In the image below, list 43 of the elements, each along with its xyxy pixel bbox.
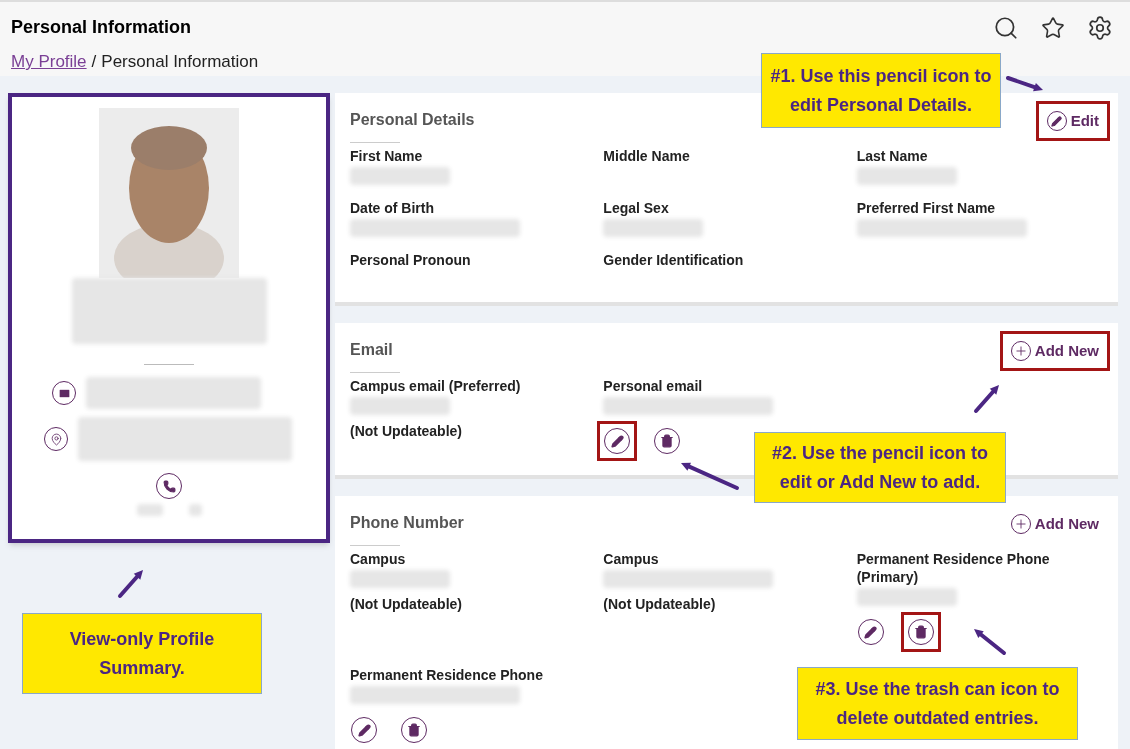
- blurred-value: [188, 504, 202, 516]
- add-new-button[interactable]: Add New: [999, 331, 1110, 371]
- blurred-value: [136, 504, 163, 516]
- arrow: [974, 629, 1006, 655]
- field-label: First Name: [350, 147, 424, 165]
- field-label: Campus email (Preferred): [350, 377, 522, 395]
- add-new-button[interactable]: Add New: [999, 504, 1110, 544]
- field-label: Last Name: [856, 147, 929, 165]
- callout-note: #3. Use the trash can icon to delete outdated entries.: [797, 667, 1078, 740]
- field-note: (Not Updateable): [350, 595, 463, 614]
- field-label: Campus: [350, 550, 407, 568]
- breadcrumb-separator: /: [91, 51, 97, 73]
- edit-button[interactable]: [597, 421, 638, 461]
- arrow: [118, 570, 143, 598]
- field-label: Gender Identification: [603, 251, 745, 269]
- edit-button[interactable]: Edit: [1035, 101, 1110, 141]
- field-label: Permanent Residence Phone (Primary): [856, 550, 1051, 586]
- delete-button[interactable]: [900, 612, 941, 652]
- search-icon[interactable]: [993, 14, 1019, 41]
- breadcrumb-link[interactable]: My Profile: [11, 49, 87, 75]
- arrow: [974, 385, 999, 413]
- star-icon[interactable]: [1041, 15, 1065, 40]
- field-note: (Not Updateable): [350, 422, 463, 441]
- field-label: Legal Sex: [603, 199, 670, 217]
- field-label: Personal email: [603, 377, 704, 395]
- callout-note: #2. Use the pencil icon to edit or Add New to add.: [754, 432, 1006, 503]
- field-label: Campus: [603, 550, 660, 568]
- field-label: Middle Name: [603, 147, 691, 165]
- section-title: Personal Details: [350, 110, 475, 130]
- settings-icon[interactable]: [1087, 14, 1113, 41]
- field-label: Permanent Residence Phone: [350, 666, 544, 684]
- field-label: Date of Birth: [350, 199, 435, 217]
- field-label: Personal Pronoun: [350, 251, 472, 269]
- field-note: (Not Updateable): [603, 595, 717, 614]
- arrow: [1006, 76, 1043, 92]
- section-title: Email: [350, 340, 394, 360]
- section-title: Phone Number: [350, 513, 464, 533]
- field-label: Preferred First Name: [856, 199, 997, 217]
- callout-note: #1. Use this pencil icon to edit Personal Details.: [761, 53, 1001, 128]
- arrow: [681, 462, 739, 490]
- page-title: Personal Information: [11, 16, 192, 39]
- callout-note: View-only Profile Summary.: [22, 613, 262, 694]
- breadcrumb-current: Personal Information: [101, 51, 259, 73]
